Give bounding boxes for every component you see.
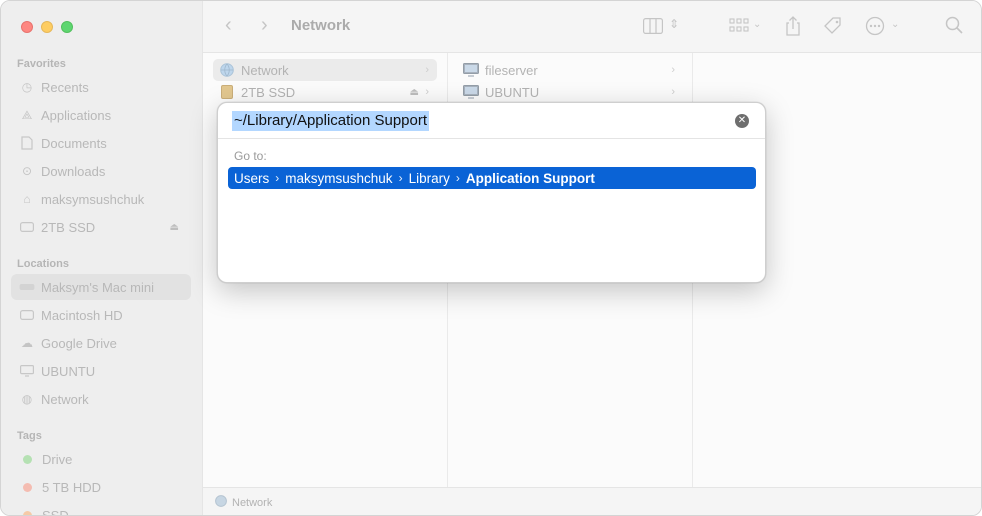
path-component: Users — [234, 170, 270, 186]
clear-input-button[interactable]: ✕ — [735, 114, 749, 128]
path-suggestion-row[interactable]: Users › maksymsushchuk › Library › Appli… — [228, 167, 756, 189]
path-component-final: Application Support — [465, 170, 595, 186]
path-input[interactable]: ~/Library/Application Support — [232, 111, 430, 131]
go-to-label: Go to: — [234, 149, 267, 163]
chevron-right-icon: › — [455, 171, 460, 185]
path-input-row: ~/Library/Application Support ✕ — [218, 103, 765, 139]
path-component: maksymsushchuk — [285, 170, 393, 186]
chevron-right-icon: › — [275, 171, 280, 185]
go-to-folder-dialog: ~/Library/Application Support ✕ Go to: U… — [217, 102, 766, 283]
chevron-right-icon: › — [398, 171, 403, 185]
path-component: Library — [408, 170, 450, 186]
